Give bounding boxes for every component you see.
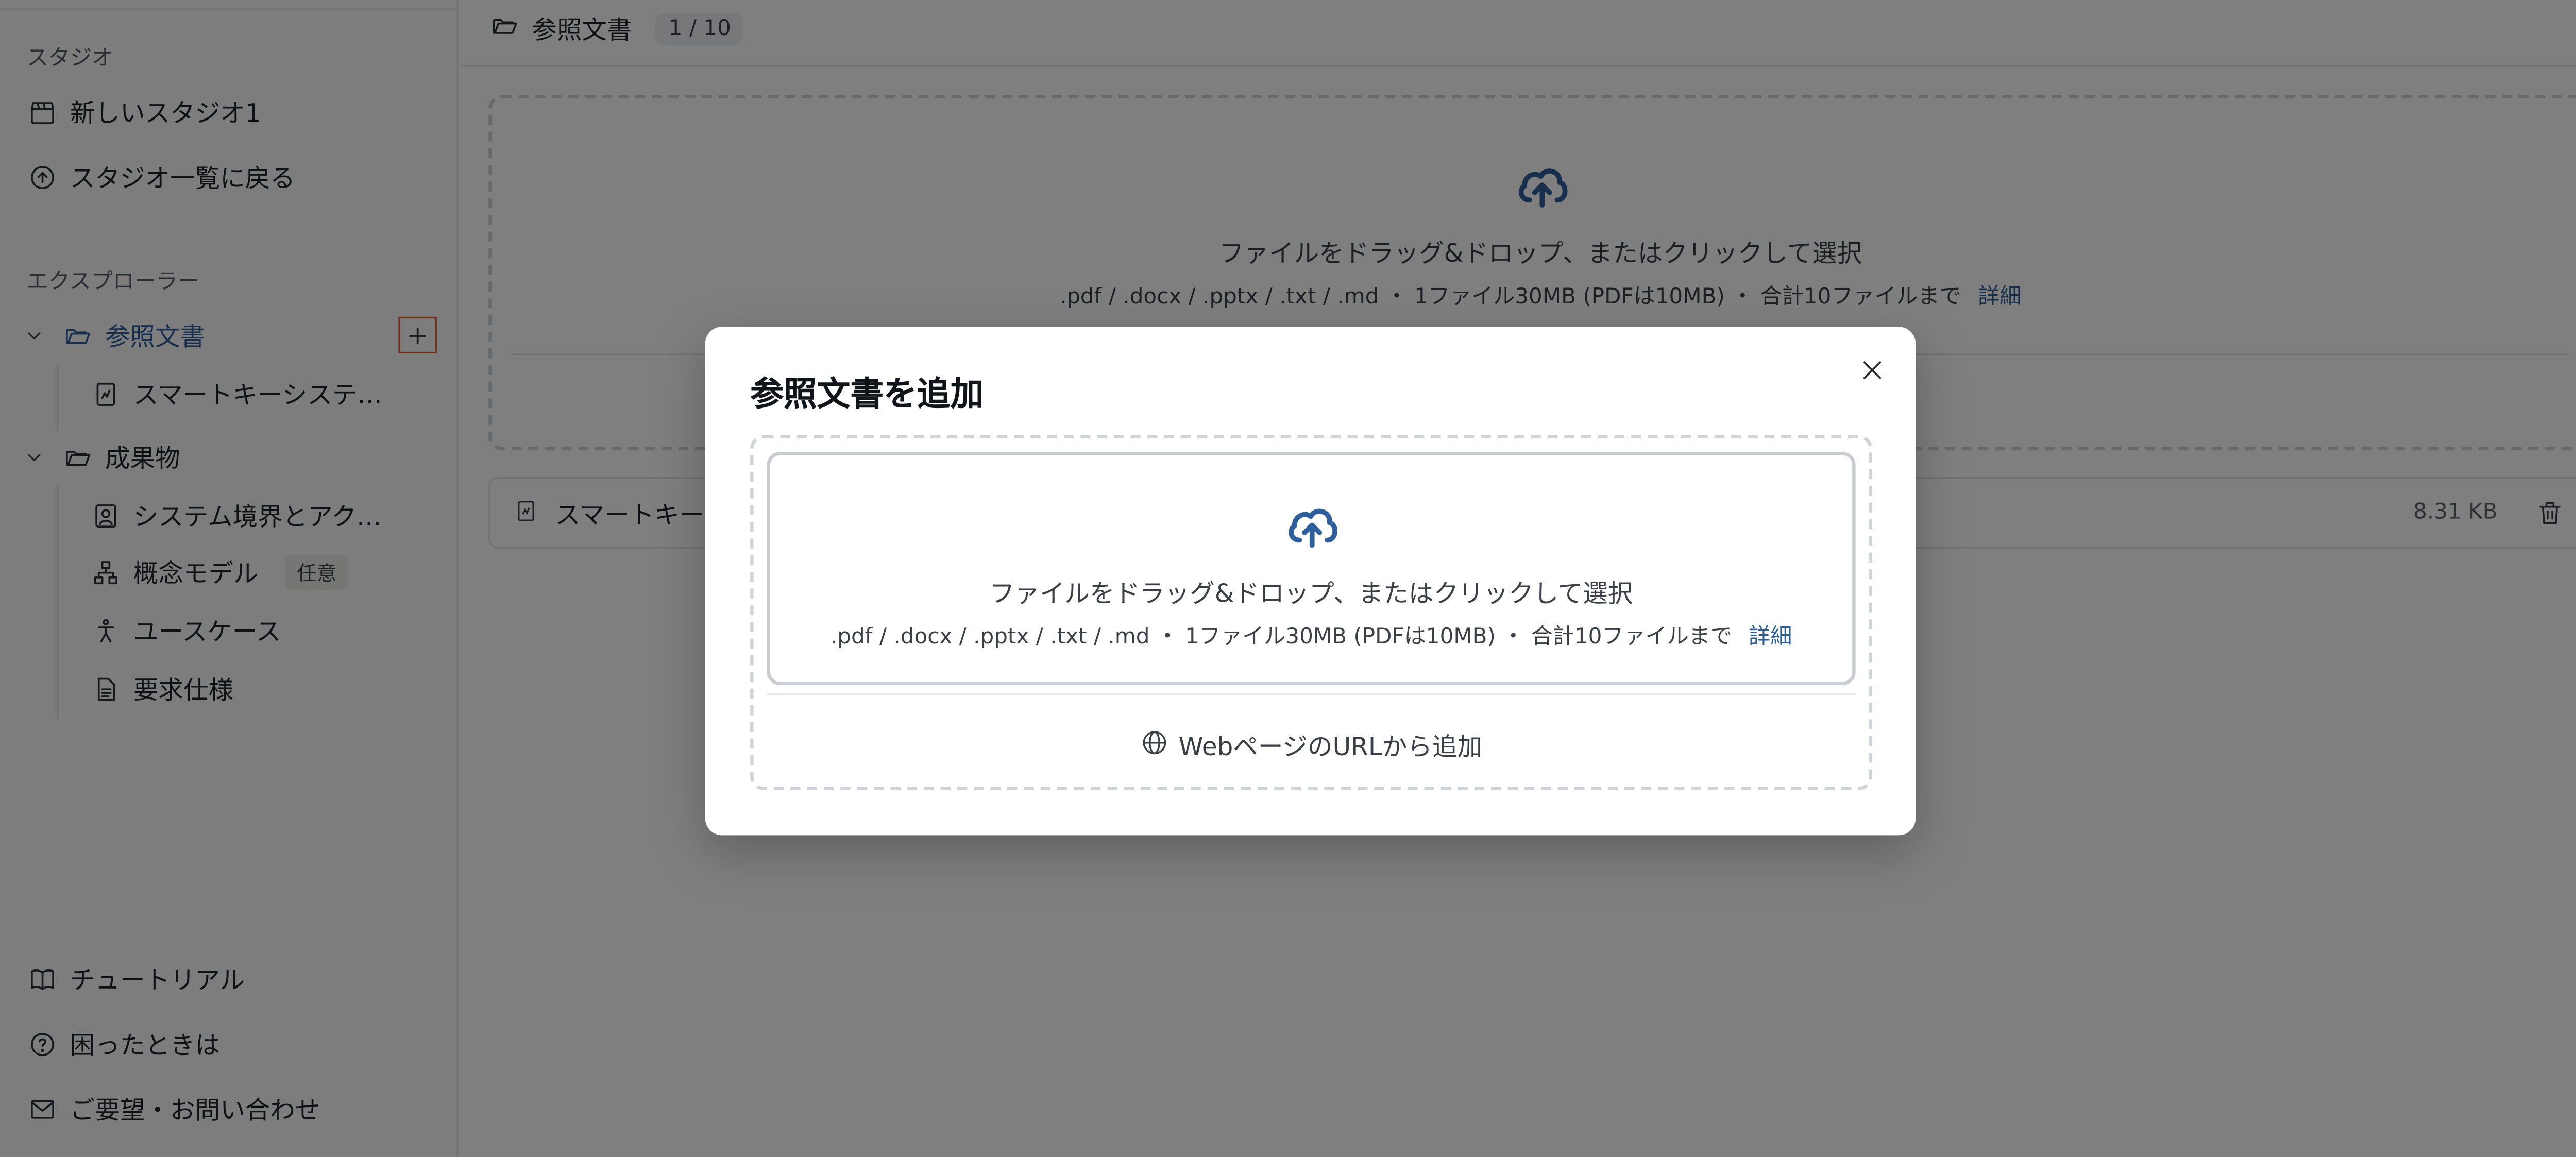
dialog-dropzone-hint-text: .pdf / .docx / .pptx / .txt / .md ・ 1ファイ… — [830, 625, 1732, 651]
dialog-dropzone-container: ファイルをドラッグ&ドロップ、またはクリックして選択 .pdf / .docx … — [750, 435, 1873, 791]
add-from-url-label: WebページのURLから追加 — [1178, 731, 1483, 762]
divider — [767, 693, 1856, 695]
dialog-dropzone-text: ファイルをドラッグ&ドロップ、またはクリックして選択 — [989, 578, 1633, 609]
dialog-details-link[interactable]: 詳細 — [1749, 625, 1792, 651]
dialog-file-dropzone[interactable]: ファイルをドラッグ&ドロップ、またはクリックして選択 .pdf / .docx … — [767, 452, 1856, 686]
close-button[interactable] — [1859, 357, 1886, 384]
add-from-url-button[interactable]: WebページのURLから追加 — [754, 728, 1869, 763]
close-icon — [1863, 361, 1882, 379]
cloud-upload-icon — [1282, 495, 1342, 562]
add-reference-dialog: 参照文書を追加 ファイルをドラッグ&ドロップ、またはクリックして選択 .pdf … — [705, 327, 1916, 836]
dialog-dropzone-hint: .pdf / .docx / .pptx / .txt / .md ・ 1ファイ… — [770, 619, 1852, 651]
globe-icon — [1140, 728, 1168, 763]
dialog-title: 参照文書を追加 — [750, 373, 984, 414]
